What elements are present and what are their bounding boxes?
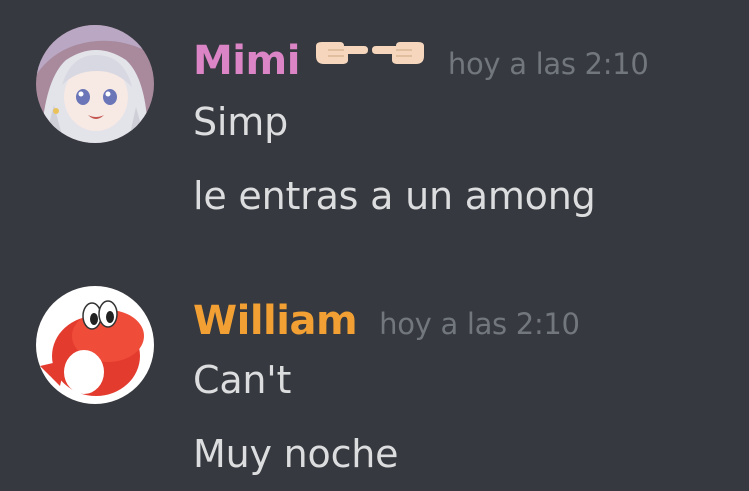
message-header: William hoy a las 2:10 — [193, 298, 580, 344]
username[interactable]: William — [193, 298, 358, 344]
message-header: Mimi hoy a las 2:10 — [193, 38, 649, 84]
red-yoshi-avatar-icon — [36, 286, 154, 404]
pointing-right-hand-emoji-icon — [315, 42, 368, 64]
avatar[interactable] — [36, 25, 154, 143]
message-text[interactable]: Can't — [193, 358, 291, 402]
message-text[interactable]: Muy noche — [193, 432, 399, 476]
pointing-left-hand-emoji-icon — [371, 42, 424, 64]
avatar[interactable] — [36, 286, 154, 404]
username-emoji — [314, 38, 426, 66]
anime-girl-avatar-icon — [36, 25, 154, 143]
timestamp[interactable]: hoy a las 2:10 — [379, 307, 580, 341]
chat-message-list: Mimi hoy a las 2:10 Simp le entras a un … — [0, 0, 749, 491]
message-text[interactable]: le entras a un among — [193, 174, 596, 218]
timestamp[interactable]: hoy a las 2:10 — [448, 47, 649, 81]
username[interactable]: Mimi — [193, 38, 300, 84]
message-text[interactable]: Simp — [193, 100, 288, 144]
